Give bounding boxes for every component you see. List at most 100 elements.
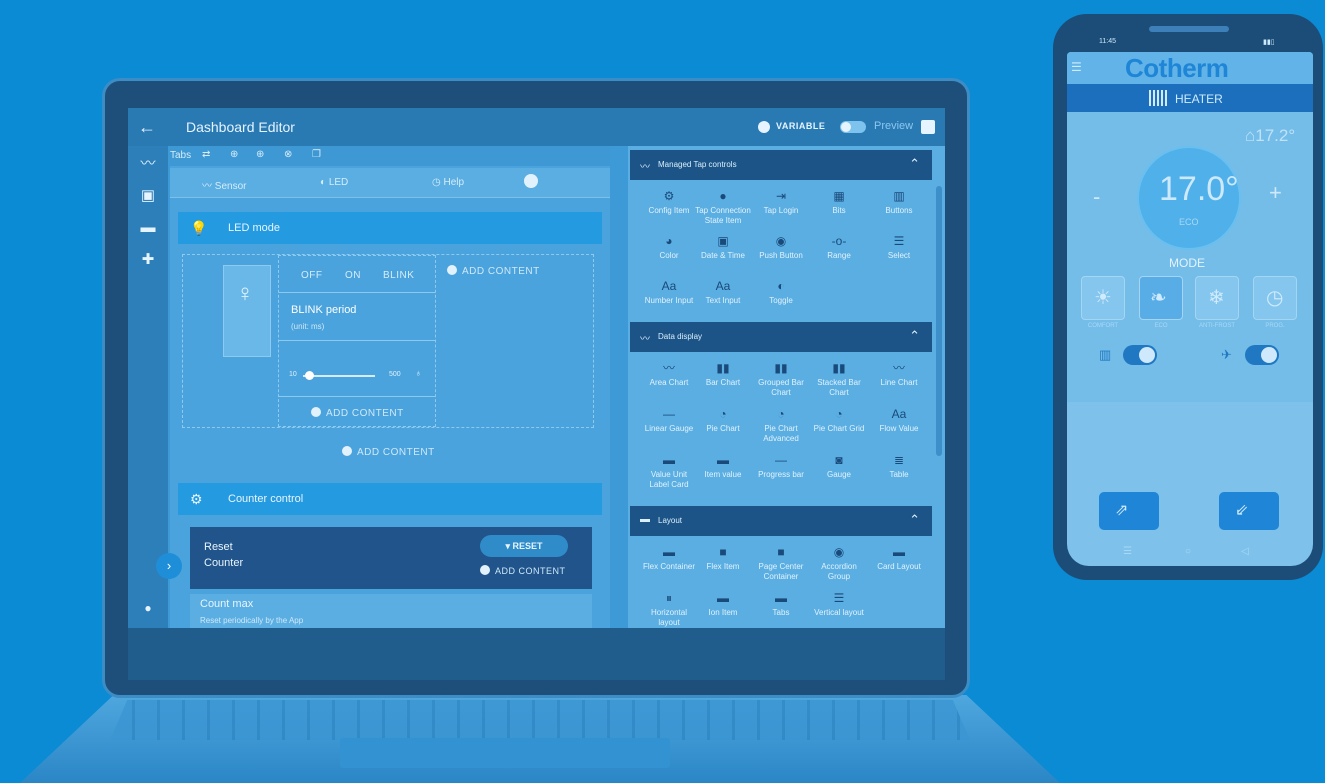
preview-toggle[interactable]	[840, 121, 866, 133]
led-option-off[interactable]: OFF	[301, 270, 323, 281]
palette-item[interactable]: ▬ Item value	[694, 452, 752, 480]
palette-item-label: Vertical layout	[814, 608, 864, 617]
folder-icon[interactable]: ▬	[138, 218, 158, 238]
palette-item[interactable]: ◔ Pie Chart Advanced	[752, 406, 810, 444]
palette-item[interactable]: ▬ Ion Item	[694, 590, 752, 618]
palette-item-icon: ▬	[893, 545, 905, 559]
palette-group-header[interactable]: 〰 Data display ⌃	[630, 322, 932, 352]
swap-icon[interactable]: ⇄	[202, 149, 210, 160]
info-icon[interactable]: ●	[138, 598, 158, 618]
tab-help[interactable]: ◷ Help	[432, 177, 464, 188]
expand-panel-button[interactable]: ›	[156, 553, 182, 579]
recent-apps-icon[interactable]: ☰	[1123, 546, 1132, 557]
tab-sensor[interactable]: 〰 Sensor	[202, 177, 246, 192]
collapse-chevron-icon[interactable]: ⌃	[909, 156, 920, 172]
puzzle-icon[interactable]: ✚	[138, 250, 158, 270]
palette-group-header[interactable]: ▬ Layout ⌃	[630, 506, 932, 536]
palette-item[interactable]: ⇥ Tap Login	[752, 188, 810, 216]
led-option-blink[interactable]: BLINK	[383, 270, 414, 281]
reset-button[interactable]: ▾ RESET	[480, 535, 568, 557]
add-variable-icon[interactable]	[758, 121, 770, 133]
palette-scrollbar[interactable]	[936, 186, 942, 456]
palette-item[interactable]: -o- Range	[810, 233, 868, 261]
palette-item[interactable]: ◉ Accordion Group	[810, 544, 868, 582]
increase-temp-button[interactable]: +	[1269, 180, 1282, 206]
counter-control-header[interactable]: ⚙ Counter control	[178, 483, 602, 515]
collapse-chevron-icon[interactable]: ⌃	[909, 328, 920, 344]
back-arrow-icon[interactable]: ←	[138, 117, 156, 138]
window-toggle[interactable]	[1123, 345, 1157, 365]
device-to-phone-button[interactable]: ⇙	[1219, 492, 1279, 530]
add-tab-icon[interactable]: ⊕	[230, 149, 238, 160]
collapse-chevron-icon[interactable]: ⌃	[909, 512, 920, 528]
palette-group-header[interactable]: 〰 Managed Tap controls ⌃	[630, 150, 932, 180]
palette-item[interactable]: ◔ Pie Chart	[694, 406, 752, 434]
led-option-on[interactable]: ON	[345, 270, 361, 281]
palette-item-label: Flow Value	[879, 424, 919, 433]
palette-item[interactable]: ▦ Bits	[810, 188, 868, 216]
plus-circle-icon	[447, 265, 457, 275]
divider	[279, 340, 435, 341]
add-content-button[interactable]: ADD CONTENT	[311, 407, 404, 419]
delete-tab-icon[interactable]: ⊗	[284, 149, 292, 160]
mode-antifrost-button[interactable]: ❄	[1195, 276, 1239, 320]
mode-comfort-button[interactable]: ☀	[1081, 276, 1125, 320]
palette-item[interactable]: ⚙ Config Item	[640, 188, 698, 216]
palette-item[interactable]: — Progress bar	[752, 452, 810, 480]
palette-item[interactable]: ▬ Card Layout	[870, 544, 928, 572]
variable-button[interactable]: VARIABLE	[776, 121, 825, 131]
palette-item[interactable]: ◙ Gauge	[810, 452, 868, 480]
palette-item[interactable]: ◔ Pie Chart Grid	[810, 406, 868, 434]
add-content-button[interactable]: ADD CONTENT	[480, 565, 566, 576]
blink-slider-handle[interactable]	[305, 371, 314, 380]
presence-toggle[interactable]	[1245, 345, 1279, 365]
hamburger-menu-icon[interactable]: ☰	[1071, 60, 1082, 74]
copy-icon[interactable]: ❐	[312, 149, 321, 160]
palette-item[interactable]: ▮▮ Stacked Bar Chart	[810, 360, 868, 398]
database-icon[interactable]: ▣	[138, 186, 158, 206]
led-mode-title: LED mode	[228, 222, 280, 234]
decrease-temp-button[interactable]: -	[1093, 184, 1100, 210]
palette-item[interactable]: ◉ Push Button	[752, 233, 810, 261]
palette-item[interactable]: ▬ Value Unit Label Card	[640, 452, 698, 490]
chart-line-icon[interactable]: 〰	[138, 154, 158, 174]
back-icon[interactable]: ◁	[1241, 546, 1249, 557]
home-icon[interactable]: ○	[1185, 546, 1191, 557]
palette-item[interactable]: ☰ Select	[870, 233, 928, 261]
palette-item[interactable]: Aa Number Input	[640, 278, 698, 306]
mode-prog-button[interactable]: ◷	[1253, 276, 1297, 320]
add-content-button[interactable]: ADD CONTENT	[342, 446, 435, 458]
palette-item[interactable]: — Linear Gauge	[640, 406, 698, 434]
palette-item[interactable]: ▬ Tabs	[752, 590, 810, 618]
palette-item[interactable]: 〰 Area Chart	[640, 360, 698, 388]
tab-led[interactable]: ◐ LED	[320, 177, 348, 188]
mode-eco-button[interactable]: ❧	[1139, 276, 1183, 320]
palette-item[interactable]: ☰ Vertical layout	[810, 590, 868, 618]
led-mode-header[interactable]: 💡 LED mode	[178, 212, 602, 244]
palette-item[interactable]: ■ Page Center Container	[752, 544, 810, 582]
reset-counter-label-1: Reset	[204, 541, 233, 553]
palette-item[interactable]: 〰 Line Chart	[870, 360, 928, 388]
palette-item[interactable]: ⏸ Horizontal layout	[640, 590, 698, 628]
add-tab-button[interactable]	[524, 174, 538, 188]
palette-item[interactable]: ≣ Table	[870, 452, 928, 480]
palette-item[interactable]: ▮▮ Grouped Bar Chart	[752, 360, 810, 398]
phone-to-device-button[interactable]: ⇗	[1099, 492, 1159, 530]
palette-item-icon: ▥	[893, 189, 905, 203]
palette-item[interactable]: ▥ Buttons	[870, 188, 928, 216]
lightbulb-widget[interactable]: ♀	[223, 265, 271, 357]
palette-item[interactable]: ◐ Toggle	[752, 278, 810, 306]
slider-settings-icon[interactable]: ♁	[415, 368, 422, 378]
palette-item[interactable]: Aa Text Input	[694, 278, 752, 306]
download-icon[interactable]: ⊕	[256, 149, 264, 160]
add-content-button[interactable]: ADD CONTENT	[447, 265, 540, 277]
palette-item[interactable]: ▣ Date & Time	[694, 233, 752, 261]
palette-item[interactable]: ▬ Flex Container	[640, 544, 698, 572]
palette-item[interactable]: ■ Flex Item	[694, 544, 752, 572]
palette-item[interactable]: ▮▮ Bar Chart	[694, 360, 752, 388]
palette-item[interactable]: ● Tap Connection State Item	[694, 188, 752, 226]
palette-item[interactable]: ◕ Color	[640, 233, 698, 261]
save-icon[interactable]	[921, 120, 935, 134]
brand-logo: Cotherm	[1125, 53, 1229, 83]
palette-item[interactable]: Aa Flow Value	[870, 406, 928, 434]
